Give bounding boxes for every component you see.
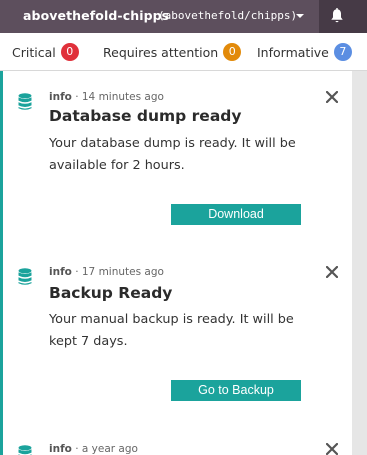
filter-informative[interactable]: Informative 7 [257,43,352,61]
database-icon [18,268,32,285]
filter-informative-label: Informative [257,44,329,60]
scrollbar-track[interactable] [352,71,367,455]
bell-icon [331,8,343,23]
go-to-backup-button[interactable]: Go to Backup [171,380,301,401]
close-icon[interactable] [326,91,338,103]
filter-informative-count: 7 [333,43,352,61]
filter-critical-label: Critical [12,44,56,60]
download-button[interactable]: Download [171,204,301,225]
notification-title: Backup Ready [49,284,173,302]
notification-message: Your database dump is ready. It will be … [49,136,296,173]
database-icon [18,93,32,110]
notification-time: · 17 minutes ago [75,266,164,278]
notification-level: info [49,443,72,455]
notification-message: Your manual backup is ready. It will be … [49,312,294,349]
notification-level: info [49,91,72,103]
close-icon[interactable] [326,266,338,278]
project-id: (abovethefold/chipps) [158,9,298,22]
filter-requires-attention[interactable]: Requires attention 0 [103,43,242,61]
project-selector[interactable]: abovethefold-chipps (abovethefold/chipps… [0,0,319,33]
notification-filter-bar: Critical 0 Requires attention 0 Informat… [0,33,367,71]
notification-feed: info · 14 minutes ago Database dump read… [0,71,352,455]
top-bar: abovethefold-chipps (abovethefold/chipps… [0,0,367,33]
notification-time: · a year ago [75,443,138,455]
notification-meta: info · 17 minutes ago [49,266,164,278]
project-name: abovethefold-chipps [23,8,170,23]
filter-critical-count: 0 [60,43,79,61]
filter-requires-attention-count: 0 [223,43,242,61]
notification-title: Database dump ready [49,107,242,125]
filter-requires-attention-label: Requires attention [103,44,219,60]
notification-time: · 14 minutes ago [75,91,164,103]
database-icon [18,445,32,455]
filter-critical[interactable]: Critical 0 [12,43,79,61]
close-icon[interactable] [326,443,338,455]
notification-level: info [49,266,72,278]
notification-meta: info · 14 minutes ago [49,91,164,103]
caret-down-icon [296,14,304,18]
notification-meta: info · a year ago [49,443,138,455]
